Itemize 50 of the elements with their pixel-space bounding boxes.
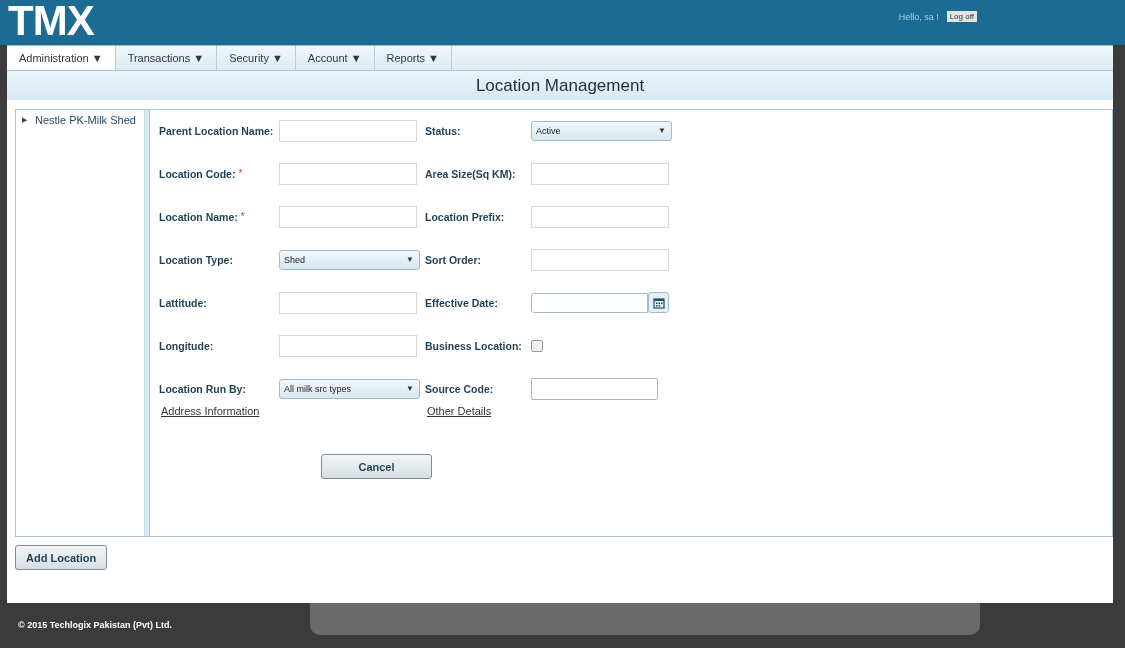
input-field[interactable] [279, 119, 417, 142]
copyright-text: © 2015 Techlogix Pakistan (Pvt) Ltd. [18, 620, 172, 630]
logoff-button[interactable]: Log off [946, 11, 977, 22]
field-label: Location Name: [159, 210, 238, 223]
field-label: Location Prefix: [425, 210, 505, 223]
input-field[interactable] [279, 334, 417, 357]
field-label: Status: [425, 124, 461, 137]
logo: TMX [8, 0, 94, 42]
checkbox[interactable] [531, 339, 543, 352]
caret-icon: ▼ [406, 255, 414, 264]
cancel-button[interactable]: Cancel [321, 454, 432, 479]
link[interactable]: Address Information [161, 405, 260, 417]
field-label: Location Code: [159, 167, 236, 180]
caret-icon: ▼ [658, 126, 666, 135]
field-label: Effective Date: [425, 296, 498, 309]
menu-tab[interactable]: Account ▼ [295, 46, 375, 70]
field-label: Lattitude: [159, 296, 207, 309]
menu-tab[interactable]: Administration ▼ [7, 46, 116, 70]
input-field[interactable] [531, 205, 669, 228]
input-field[interactable] [531, 162, 669, 185]
field-label: Location Type: [159, 253, 233, 266]
dropdown[interactable]: All milk src types ▼ [279, 378, 420, 399]
date-field[interactable] [531, 292, 648, 313]
greeting: Hello, sa ! [898, 11, 939, 22]
input-field[interactable] [531, 248, 669, 271]
required-mark: * [238, 168, 243, 179]
link[interactable]: Other Details [427, 405, 492, 417]
field-label: Longitude: [159, 339, 214, 352]
add-location-button[interactable]: Add Location [15, 545, 108, 570]
input-field[interactable] [279, 205, 417, 228]
menu-tab[interactable]: Security ▼ [217, 46, 296, 70]
field-label: Parent Location Name: [159, 124, 274, 137]
dropdown[interactable]: Active ▼ [531, 120, 672, 141]
menu-tab[interactable]: Transactions ▼ [115, 46, 218, 70]
input-field[interactable] [279, 291, 417, 314]
page-title: Location Management [475, 75, 645, 96]
caret-icon: ▼ [406, 384, 414, 393]
input-field[interactable] [279, 162, 417, 185]
dropdown[interactable]: Shed ▼ [279, 249, 420, 270]
field-label: Business Location: [425, 339, 522, 352]
field-label: Source Code: [425, 382, 494, 395]
input-field[interactable] [531, 377, 658, 400]
field-label: Sort Order: [425, 253, 481, 266]
required-mark: * [240, 211, 245, 222]
field-label: Location Run By: [159, 382, 246, 395]
field-label: Area Size(Sq KM): [425, 167, 516, 180]
calendar-icon[interactable] [648, 292, 669, 313]
splitter-handle[interactable] [145, 110, 150, 536]
menu-tab[interactable]: Reports ▼ [374, 46, 452, 70]
tree-item-label: Nestle PK-Milk Shed [35, 114, 136, 126]
